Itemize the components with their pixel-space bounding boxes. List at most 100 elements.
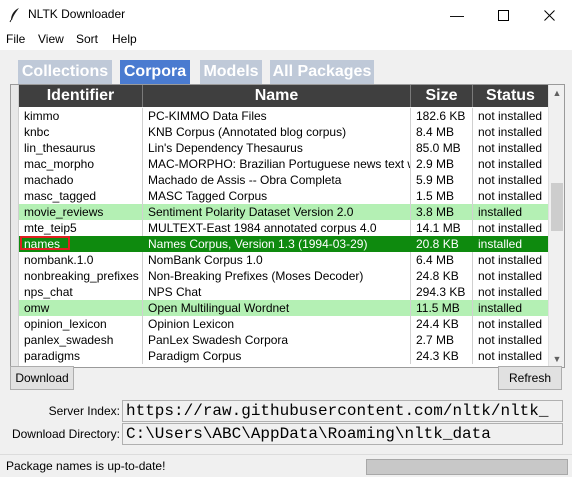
cell-status: not installed <box>473 316 549 332</box>
cell-identifier: lin_thesaurus <box>19 140 143 156</box>
cell-name: Sentiment Polarity Dataset Version 2.0 <box>143 204 411 220</box>
minimize-icon: — <box>450 7 464 23</box>
cell-size: 6.4 MB <box>411 252 473 268</box>
table-row[interactable]: knbc KNB Corpus (Annotated blog corpus) 8.… <box>19 124 549 140</box>
download-directory-field[interactable]: C:\Users\ABC\AppData\Roaming\nltk_data <box>122 423 563 445</box>
menu-bar: File View Sort Help <box>0 30 572 50</box>
cell-status: not installed <box>473 220 549 236</box>
table-row[interactable]: nonbreaking_prefixes Non-Breaking Prefixe… <box>19 268 549 284</box>
column-header-identifier[interactable]: Identifier <box>19 85 143 107</box>
close-button[interactable] <box>526 0 572 30</box>
table-row[interactable]: paradigms Paradigm Corpus 24.3 KB not insta… <box>19 348 549 364</box>
cell-name: Paradigm Corpus <box>143 348 411 364</box>
cell-size: 85.0 MB <box>411 140 473 156</box>
table-row[interactable]: movie_reviews Sentiment Polarity Dataset … <box>19 204 549 220</box>
menu-sort[interactable]: Sort <box>76 32 98 46</box>
status-message: Package names is up-to-date! <box>6 459 166 473</box>
cell-size: 24.8 KB <box>411 268 473 284</box>
table-row[interactable]: nps_chat NPS Chat 294.3 KB not installed <box>19 284 549 300</box>
cell-name: PC-KIMMO Data Files <box>143 108 411 124</box>
cell-name: Lin's Dependency Thesaurus <box>143 140 411 156</box>
cell-identifier: nps_chat <box>19 284 143 300</box>
cell-status: not installed <box>473 284 549 300</box>
scroll-up-icon[interactable]: ▲ <box>549 85 564 101</box>
cell-status: not installed <box>473 156 549 172</box>
menu-file[interactable]: File <box>6 32 25 46</box>
table-row[interactable]: mte_teip5 MULTEXT-East 1984 annotated cor… <box>19 220 549 236</box>
table-row[interactable]: omw Open Multilingual Wordnet 11.5 MB insta… <box>19 300 549 316</box>
feather-icon <box>9 8 19 23</box>
refresh-button[interactable]: Refresh <box>498 366 562 390</box>
cell-size: 1.5 MB <box>411 188 473 204</box>
cell-name: Opinion Lexicon <box>143 316 411 332</box>
cell-name: PanLex Swadesh Corpora <box>143 332 411 348</box>
cell-status: not installed <box>473 268 549 284</box>
tab-corpora[interactable]: Corpora <box>120 60 190 84</box>
cell-identifier: panlex_swadesh <box>19 332 143 348</box>
cell-identifier: mte_teip5 <box>19 220 143 236</box>
cell-size: 14.1 MB <box>411 220 473 236</box>
cell-size: 24.3 KB <box>411 348 473 364</box>
server-index-field[interactable]: https://raw.githubusercontent.com/nltk/n… <box>122 400 563 422</box>
cell-identifier: movie_reviews <box>19 204 143 220</box>
progress-bar <box>366 459 568 475</box>
close-icon <box>543 9 555 21</box>
cell-identifier: machado <box>19 172 143 188</box>
download-directory-label: Download Directory: <box>11 427 120 441</box>
title-bar: NLTK Downloader — <box>0 0 572 30</box>
download-button[interactable]: Download <box>10 366 74 390</box>
cell-size: 294.3 KB <box>411 284 473 300</box>
scrollbar-thumb[interactable] <box>551 183 563 231</box>
table-row[interactable]: nombank.1.0 NomBank Corpus 1.0 6.4 MB not i… <box>19 252 549 268</box>
cell-name: Machado de Assis -- Obra Completa <box>143 172 411 188</box>
cell-name: NomBank Corpus 1.0 <box>143 252 411 268</box>
cell-identifier: masc_tagged <box>19 188 143 204</box>
tab-models[interactable]: Models <box>200 60 262 84</box>
cell-name: Names Corpus, Version 1.3 (1994-03-29) <box>143 236 411 252</box>
cell-identifier: nombank.1.0 <box>19 252 143 268</box>
maximize-icon <box>497 9 509 21</box>
cell-status: not installed <box>473 252 549 268</box>
left-scroll-strip <box>11 85 19 367</box>
status-bar: Package names is up-to-date! <box>0 454 572 477</box>
column-header-size[interactable]: Size <box>411 85 473 107</box>
window-title: NLTK Downloader <box>28 7 126 21</box>
table-row[interactable]: masc_tagged MASC Tagged Corpus 1.5 MB not i… <box>19 188 549 204</box>
table-row[interactable]: machado Machado de Assis -- Obra Completa… <box>19 172 549 188</box>
table-row-selected[interactable]: names Names Corpus, Version 1.3 (1994-03-… <box>19 236 549 252</box>
scroll-down-icon[interactable]: ▼ <box>549 351 564 367</box>
menu-view[interactable]: View <box>38 32 64 46</box>
cell-status: not installed <box>473 124 549 140</box>
vertical-scrollbar[interactable]: ▲ ▼ <box>548 85 564 367</box>
table-row[interactable]: lin_thesaurus Lin's Dependency Thesaurus 8… <box>19 140 549 156</box>
cell-status: not installed <box>473 348 549 364</box>
cell-size: 11.5 MB <box>411 300 473 316</box>
cell-status: installed <box>473 204 549 220</box>
cell-name: KNB Corpus (Annotated blog corpus) <box>143 124 411 140</box>
table-row[interactable]: panlex_swadesh PanLex Swadesh Corpora 2.7 … <box>19 332 549 348</box>
cell-name: MAC-MORPHO: Brazilian Portuguese news te… <box>143 156 411 172</box>
server-index-label: Server Index: <box>48 404 120 418</box>
cell-identifier: nonbreaking_prefixes <box>19 268 143 284</box>
cell-identifier: omw <box>19 300 143 316</box>
tab-collections[interactable]: Collections <box>18 60 112 84</box>
cell-size: 2.9 MB <box>411 156 473 172</box>
cell-status: not installed <box>473 140 549 156</box>
cell-status: not installed <box>473 108 549 124</box>
tab-all-packages[interactable]: All Packages <box>270 60 374 84</box>
minimize-button[interactable]: — <box>434 0 480 30</box>
cell-size: 24.4 KB <box>411 316 473 332</box>
table-row[interactable]: opinion_lexicon Opinion Lexicon 24.4 KB not… <box>19 316 549 332</box>
maximize-button[interactable] <box>480 0 526 30</box>
cell-status: installed <box>473 300 549 316</box>
column-header-status[interactable]: Status <box>473 85 549 107</box>
cell-status: not installed <box>473 332 549 348</box>
cell-name: NPS Chat <box>143 284 411 300</box>
selection-highlight-box <box>20 236 70 250</box>
menu-help[interactable]: Help <box>112 32 137 46</box>
table-row[interactable]: mac_morpho MAC-MORPHO: Brazilian Portugue… <box>19 156 549 172</box>
cell-name: MULTEXT-East 1984 annotated corpus 4.0 <box>143 220 411 236</box>
cell-size: 182.6 KB <box>411 108 473 124</box>
column-header-name[interactable]: Name <box>143 85 411 107</box>
table-row[interactable]: kimmo PC-KIMMO Data Files 182.6 KB not inst… <box>19 108 549 124</box>
